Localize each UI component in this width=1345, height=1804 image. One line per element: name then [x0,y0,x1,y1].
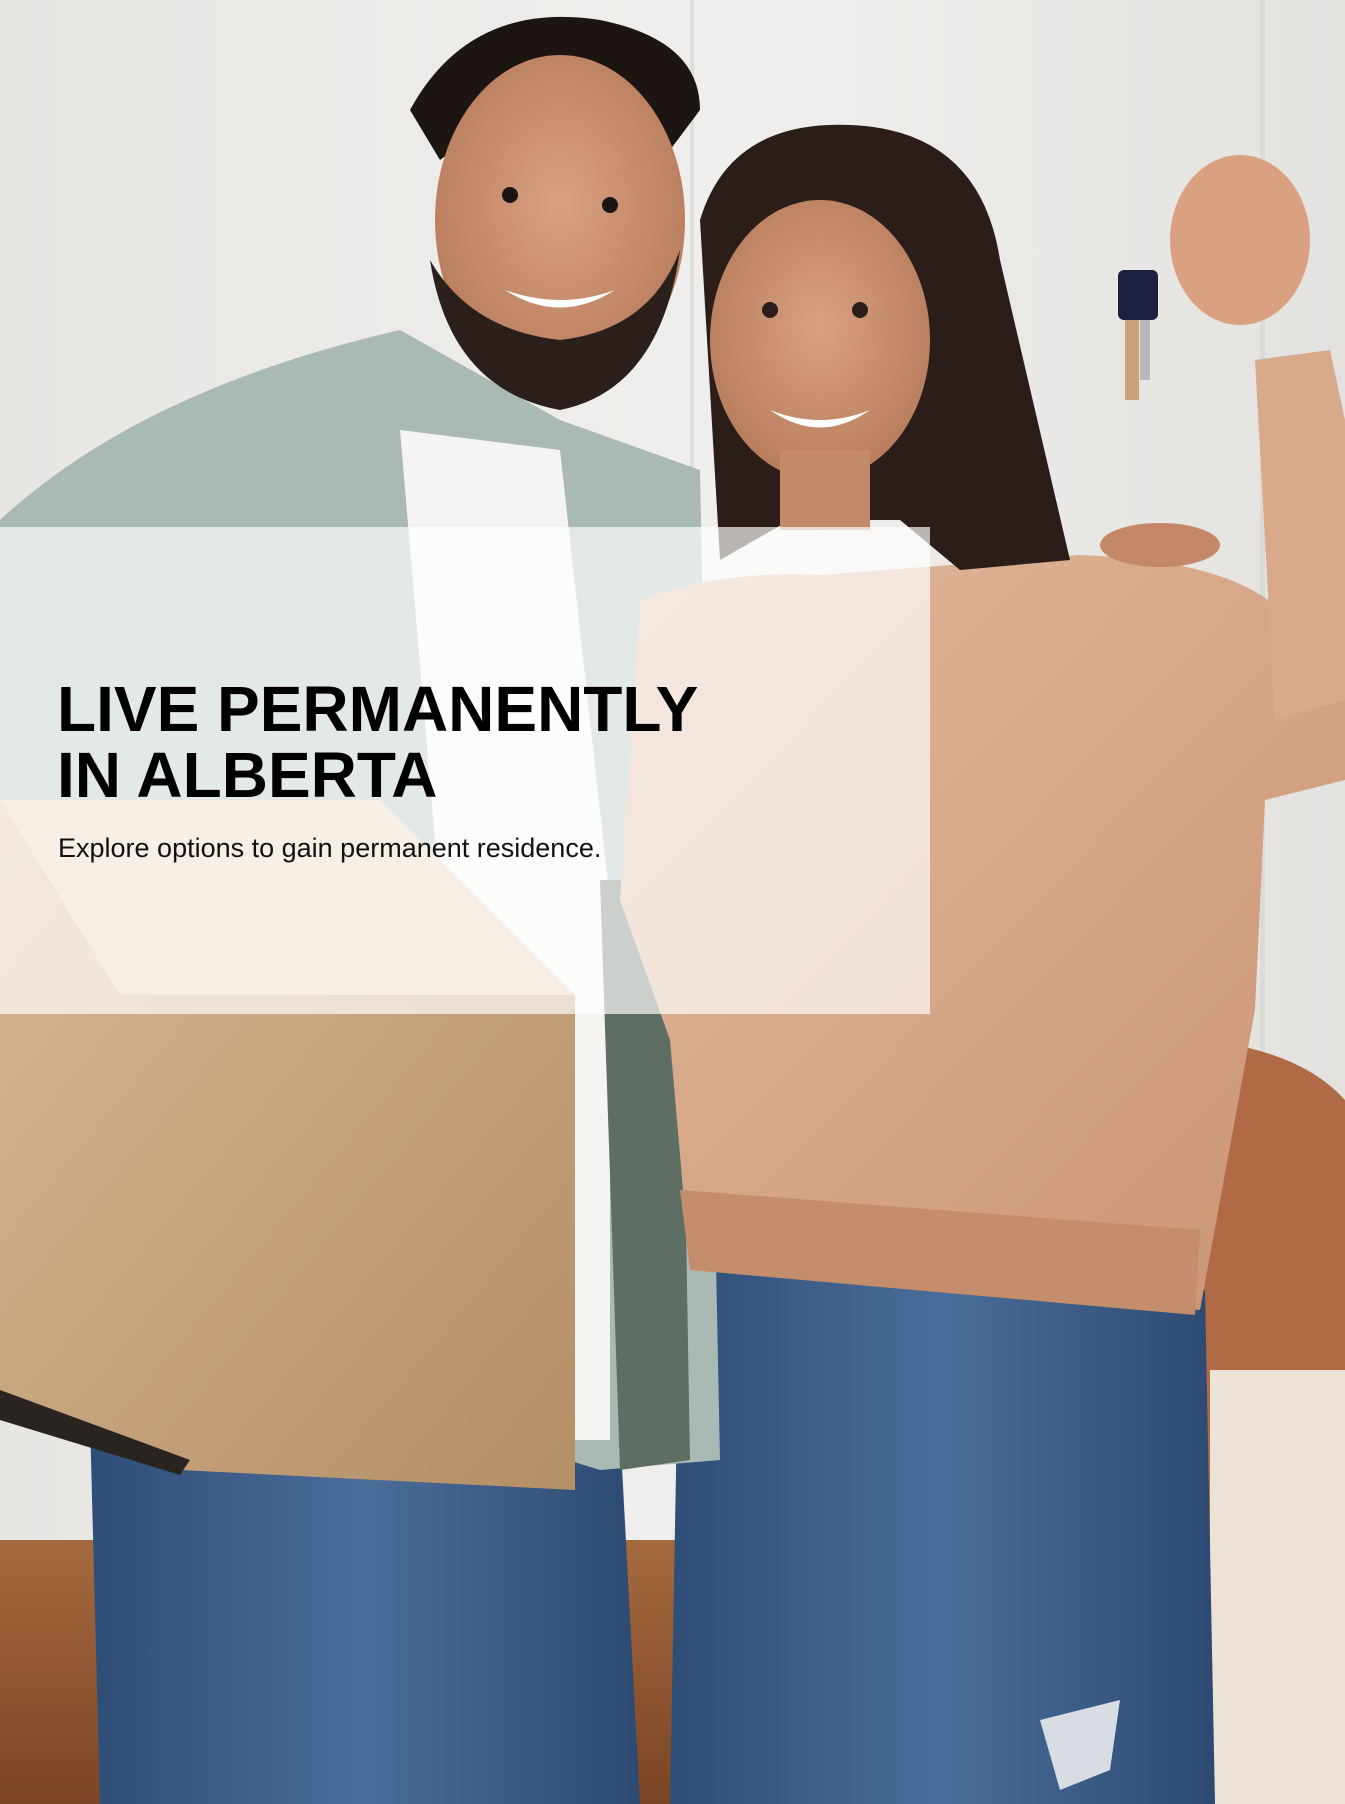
page-title: LIVE PERMANENTLY IN ALBERTA [57,676,877,808]
page-subtitle: Explore options to gain permanent reside… [58,833,602,863]
page-title-line-2: IN ALBERTA [57,739,438,811]
page-title-line-1: LIVE PERMANENTLY [57,673,699,745]
